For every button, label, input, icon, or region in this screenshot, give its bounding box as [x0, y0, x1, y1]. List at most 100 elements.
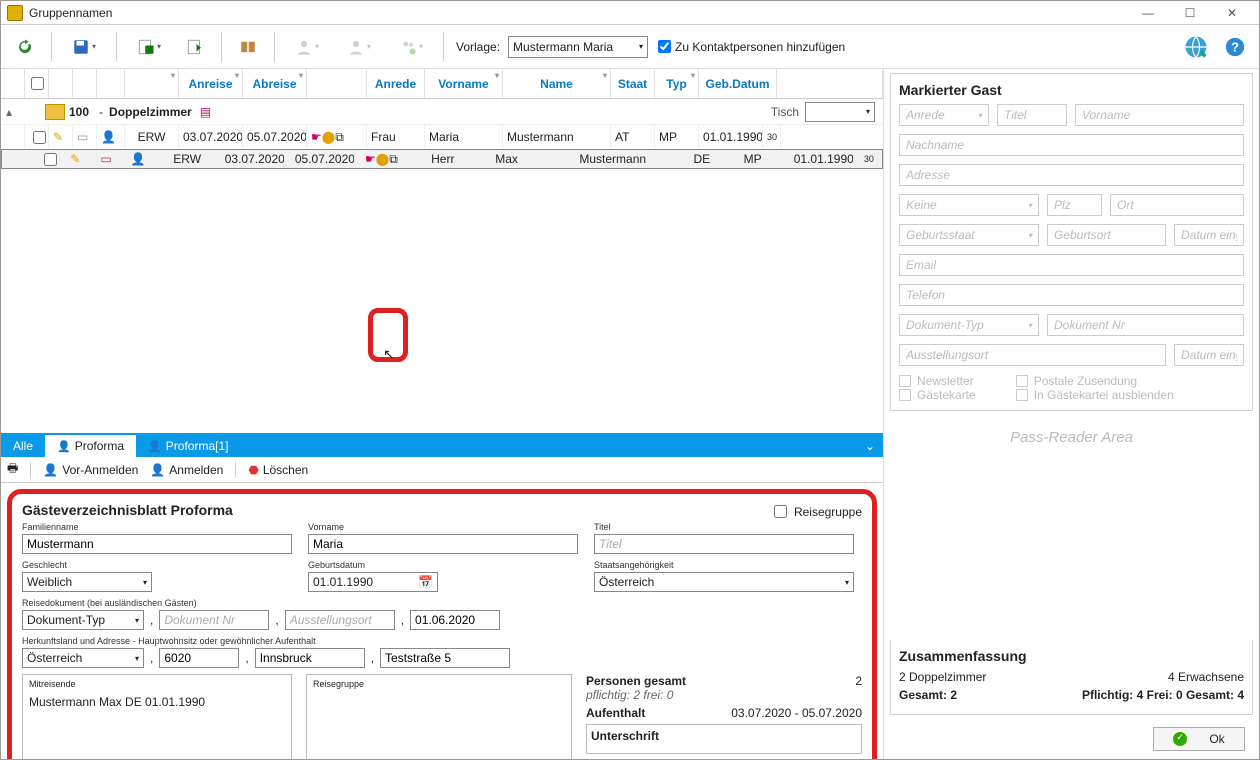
help-button[interactable]: ? [1217, 29, 1253, 65]
m-newsletter-check[interactable]: Newsletter [899, 374, 976, 388]
export-excel-dropdown[interactable]: ▾ [125, 29, 173, 65]
doktyp-select[interactable]: Dokument-Typ▾ [22, 610, 144, 630]
kontakt-checkbox-input[interactable] [658, 40, 671, 53]
m-telefon-input[interactable] [899, 284, 1244, 306]
scan-icon[interactable]: ⧉ [389, 152, 398, 167]
col-typ[interactable]: Typ [666, 77, 686, 91]
vorlage-value: Mustermann Maria [513, 40, 613, 54]
room-group-row[interactable]: ▴ 100 - Doppelzimmer ▤ Tisch ▾ [1, 99, 883, 125]
pass-reader-area: Pass-Reader Area [890, 419, 1253, 456]
tabs-expand-icon[interactable]: ⌄ [857, 435, 883, 457]
dokdate-input[interactable] [410, 610, 500, 630]
m-ausblenden-check[interactable]: In Gästekartei ausblenden [1016, 388, 1174, 402]
marked-title: Markierter Gast [899, 82, 1244, 98]
warn-icon[interactable]: ⬤ [322, 130, 335, 144]
table-row[interactable]: ✎ ▭ 👤 ERW 03.07.2020 05.07.2020 ☛⬤⧉ Frau… [1, 125, 883, 149]
m-anrede-select[interactable]: Anrede▾ [899, 104, 989, 126]
m-doktyp-select[interactable]: Dokument-Typ▾ [899, 314, 1039, 336]
titlebar: Gruppennamen — ☐ ✕ [1, 1, 1259, 25]
m-doknr-input[interactable] [1047, 314, 1244, 336]
kontakt-checkbox[interactable]: Zu Kontaktpersonen hinzufügen [658, 40, 845, 54]
m-datum2-input[interactable] [1174, 344, 1244, 366]
plz-input[interactable] [159, 648, 239, 668]
m-datum1-input[interactable] [1174, 224, 1244, 246]
reisegruppe-checkbox[interactable] [774, 505, 787, 518]
strasse-input[interactable] [380, 648, 510, 668]
m-keine-select[interactable]: Keine▾ [899, 194, 1039, 216]
warn-icon[interactable]: ⬤ [376, 152, 389, 166]
ok-button[interactable]: Ok [1153, 727, 1245, 751]
book-button[interactable] [230, 29, 266, 65]
save-dropdown[interactable]: ▾ [60, 29, 108, 65]
minimize-button[interactable]: — [1135, 3, 1161, 23]
tab-proforma1[interactable]: 👤Proforma[1] [136, 435, 240, 457]
doknr-input[interactable] [159, 610, 269, 630]
m-nachname-input[interactable] [899, 134, 1244, 156]
table-row[interactable]: ✎ ▭ 👤 ERW 03.07.2020 05.07.2020 ☛⬤⧉ Herr… [1, 149, 883, 169]
familienname-input[interactable] [22, 534, 292, 554]
mitreisende-box: Mitreisende Mustermann Max DE 01.01.1990 [22, 674, 292, 759]
tab-proforma[interactable]: 👤Proforma [45, 435, 136, 457]
window: Gruppennamen — ☐ ✕ ▾ ▾ ▾ ▾ ▾ Vorlage: Mu… [0, 0, 1260, 760]
m-gebstaat-select[interactable]: Geburtsstaat▾ [899, 224, 1039, 246]
col-abreise[interactable]: Abreise [252, 77, 296, 91]
person-dropdown-1[interactable]: ▾ [283, 29, 331, 65]
vorname-input[interactable] [308, 534, 578, 554]
room-type: Doppelzimmer [109, 105, 192, 119]
hand-icon[interactable]: ☛ [311, 130, 322, 144]
m-vorname-input[interactable] [1075, 104, 1244, 126]
anmelden-button[interactable]: 👤Anmelden [150, 463, 223, 477]
m-titel-input[interactable] [997, 104, 1067, 126]
m-ausstell-input[interactable] [899, 344, 1166, 366]
m-email-input[interactable] [899, 254, 1244, 276]
ausstellungsort-input[interactable] [285, 610, 395, 630]
geburtsdatum-input[interactable]: 01.01.1990📅 [308, 572, 438, 592]
staat-select[interactable]: Österreich▾ [594, 572, 854, 592]
tisch-select[interactable]: ▾ [805, 102, 875, 122]
m-postale-check[interactable]: Postale Zusendung [1016, 374, 1174, 388]
m-gebort-input[interactable] [1047, 224, 1166, 246]
col-name[interactable]: Name [540, 77, 573, 91]
land-select[interactable]: Österreich▾ [22, 648, 144, 668]
close-button[interactable]: ✕ [1219, 3, 1245, 23]
card-red-icon[interactable]: ▭ [100, 152, 111, 166]
geschlecht-select[interactable]: Weiblich▾ [22, 572, 152, 592]
m-gaestekarte-check[interactable]: Gästekarte [899, 388, 976, 402]
refresh-button[interactable] [7, 29, 43, 65]
voranmelden-button[interactable]: 👤Vor-Anmelden [43, 463, 138, 477]
print-button[interactable]: 🖶 [7, 459, 18, 480]
loeschen-button[interactable]: ⬣Löschen [248, 463, 308, 477]
m-ort-input[interactable] [1110, 194, 1244, 216]
pencil-icon[interactable]: ✎ [53, 130, 63, 144]
calendar-icon[interactable]: 📅 [418, 575, 433, 589]
col-anreise[interactable]: Anreise [188, 77, 232, 91]
tab-alle[interactable]: Alle [1, 435, 45, 457]
col-anrede[interactable]: Anrede [375, 77, 416, 91]
svg-text:?: ? [1231, 39, 1239, 54]
window-buttons: — ☐ ✕ [1135, 3, 1245, 23]
col-vorname[interactable]: Vorname [438, 77, 488, 91]
vorlage-select[interactable]: Mustermann Maria▾ [508, 36, 648, 58]
select-all-checkbox[interactable] [31, 77, 44, 90]
col-gebdatum[interactable]: Geb.Datum [705, 77, 769, 91]
ort-input[interactable] [255, 648, 365, 668]
titel-input[interactable] [594, 534, 854, 554]
scan-icon[interactable]: ⧉ [335, 130, 344, 145]
m-plz-input[interactable] [1047, 194, 1102, 216]
group-add-dropdown[interactable]: ▾ [387, 29, 435, 65]
maximize-button[interactable]: ☐ [1177, 3, 1203, 23]
pencil-icon[interactable]: ✎ [70, 152, 80, 166]
expand-icon[interactable]: ▴ [1, 105, 17, 119]
m-adresse-input[interactable] [899, 164, 1244, 186]
person-add-icon: 👤 [43, 463, 58, 477]
card-icon[interactable]: ▭ [77, 130, 88, 144]
row-checkbox[interactable] [44, 153, 57, 166]
export-sheet-button[interactable] [177, 29, 213, 65]
person-dropdown-2[interactable]: ▾ [335, 29, 383, 65]
unterschrift-box[interactable]: Unterschrift [586, 724, 862, 754]
globe-button[interactable] [1179, 30, 1213, 64]
row-checkbox[interactable] [33, 131, 46, 144]
hand-icon[interactable]: ☛ [365, 152, 376, 166]
col-staat[interactable]: Staat [618, 77, 647, 91]
summary-title: Zusammenfassung [899, 648, 1244, 664]
